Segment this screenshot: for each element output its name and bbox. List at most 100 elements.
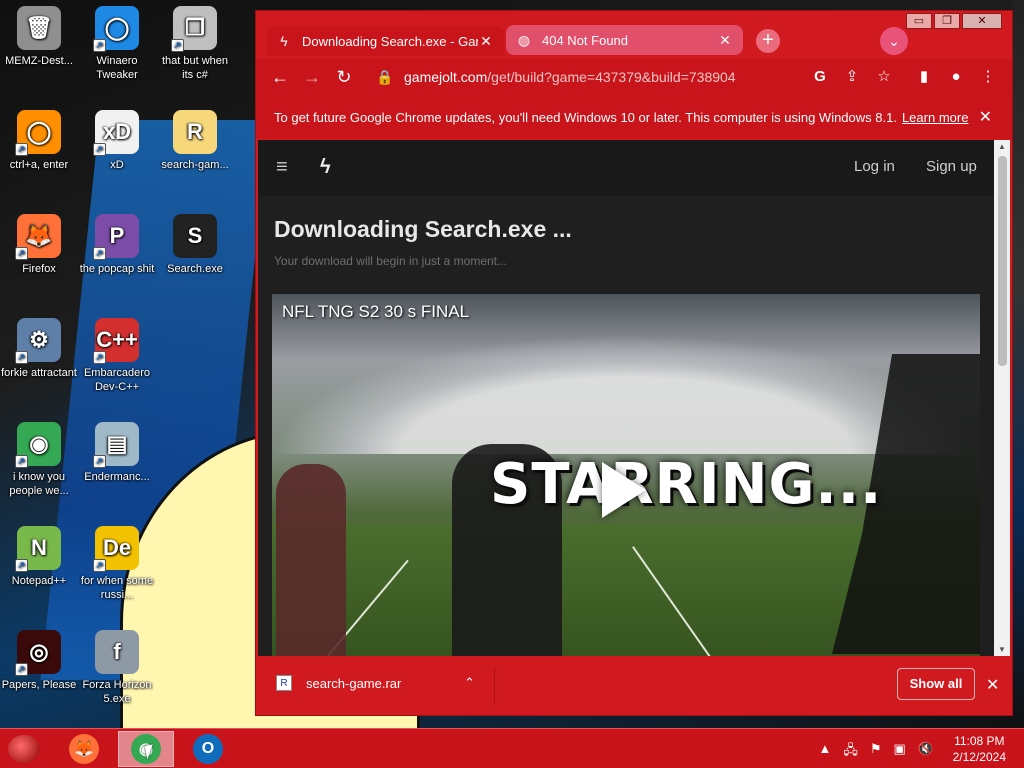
hamburger-menu-icon[interactable]: ≡ xyxy=(276,156,288,179)
download-separator xyxy=(494,667,495,705)
video-ad-player[interactable]: NFL TNG S2 30 s FINAL STARRING... xyxy=(272,294,980,656)
shortcut-arrow-icon: ↗ xyxy=(15,351,28,364)
outlook-icon: O xyxy=(193,734,223,764)
infobar-close-icon[interactable]: ✕ xyxy=(979,107,992,127)
google-lens-icon[interactable]: G xyxy=(808,65,832,89)
page-scrollbar[interactable]: ▲ ▼ xyxy=(994,140,1010,656)
back-button[interactable]: ← xyxy=(268,65,292,89)
icon-glyph: P xyxy=(109,223,125,248)
desktop-app-icon: ◉ ↗ xyxy=(15,422,61,468)
page-viewport: ≡ ϟ Log in Sign up Downloading Search.ex… xyxy=(258,140,994,656)
url-path: /get/build?game=437379&build=738904 xyxy=(487,69,736,85)
desktop-app-icon: ◯ ↗ xyxy=(93,6,139,52)
url-domain: gamejolt.com xyxy=(404,69,488,85)
new-tab-button[interactable]: + xyxy=(756,29,780,53)
bookmark-star-icon[interactable]: ☆ xyxy=(872,65,896,89)
desktop-icon[interactable]: ⚙ ↗ forkie attractant xyxy=(0,318,78,380)
desktop-icon[interactable]: De ↗ for when some russi... xyxy=(78,526,156,602)
icon-glyph: N xyxy=(31,535,47,560)
desktop-icon-label: Firefox xyxy=(22,263,56,275)
download-shelf-close-icon[interactable]: ✕ xyxy=(986,675,999,695)
desktop-icon-label: i know you people we... xyxy=(9,471,69,497)
lock-icon[interactable]: 🔒 xyxy=(376,69,394,86)
gamejolt-logo-icon[interactable]: ϟ xyxy=(320,156,331,179)
download-item[interactable]: R search-game.rar xyxy=(276,675,401,691)
restore-button[interactable]: ❐ xyxy=(934,13,960,29)
taskbar: 🦊 ◉ O ▲ 🖧 ⚑ ▣ 🔇 11:08 PM 2/12/2024 xyxy=(0,728,1024,768)
tab-404-not-found[interactable]: ◍ 404 Not Found ✕ xyxy=(506,25,743,55)
desktop-icon[interactable]: f Forza Horizon 5.exe xyxy=(78,630,156,706)
minimize-button[interactable]: ▭ xyxy=(906,13,932,29)
play-icon[interactable] xyxy=(602,462,646,518)
shortcut-arrow-icon: ↗ xyxy=(15,455,28,468)
display-icon[interactable]: ▣ xyxy=(894,741,906,763)
icon-glyph: 🗑 xyxy=(25,15,53,40)
desktop-app-icon: ⚙ ↗ xyxy=(15,318,61,364)
reload-button[interactable]: ↻ xyxy=(332,65,356,89)
taskbar-app-firefox[interactable]: 🦊 xyxy=(56,731,112,767)
desktop-icon[interactable]: C++ ↗ Embarcadero Dev-C++ xyxy=(78,318,156,394)
tray-chevron-icon[interactable]: ▲ xyxy=(818,741,831,763)
infobar-message: To get future Google Chrome updates, you… xyxy=(274,109,897,125)
learn-more-link[interactable]: Learn more xyxy=(902,110,968,125)
video-person xyxy=(276,464,346,656)
side-panel-icon[interactable]: ▮ xyxy=(912,65,936,89)
icon-glyph: ▤ xyxy=(106,431,128,456)
desktop-app-icon: xD ↗ xyxy=(93,110,139,156)
desktop-icon[interactable]: ◎ ↗ Papers, Please xyxy=(0,630,78,692)
desktop-icon-label: Forza Horizon 5.exe xyxy=(82,679,152,705)
icon-glyph: ◎ xyxy=(29,639,49,664)
desktop-icon-label: xD xyxy=(110,159,124,171)
download-options-chevron-icon[interactable]: ⌃ xyxy=(464,675,475,691)
icon-glyph: f xyxy=(113,639,121,664)
shortcut-arrow-icon: ↗ xyxy=(93,39,106,52)
chrome-window: ϟ Downloading Search.exe - Game ✕ ◍ 404 … xyxy=(255,10,1013,716)
icon-glyph: ◯ xyxy=(26,119,52,144)
browser-toolbar: ← → ↻ 🔒 gamejolt.com/get/build?game=4373… xyxy=(256,59,1012,95)
rar-file-icon: R xyxy=(276,675,292,691)
tab-downloading-search[interactable]: ϟ Downloading Search.exe - Game ✕ xyxy=(266,26,504,56)
desktop-icon-label: MEMZ-Dest... xyxy=(5,55,73,67)
taskbar-clock[interactable]: 11:08 PM 2/12/2024 xyxy=(953,733,1006,765)
scroll-up-icon[interactable]: ▲ xyxy=(997,142,1007,151)
tab-search-button[interactable]: ⌄ xyxy=(880,27,908,55)
shortcut-arrow-icon: ↗ xyxy=(15,143,28,156)
desktop-icon[interactable]: xD ↗ xD xyxy=(78,110,156,172)
close-window-button[interactable]: ✕ xyxy=(962,13,1002,29)
tab-close-icon[interactable]: ✕ xyxy=(478,33,494,50)
start-button[interactable] xyxy=(8,735,40,763)
system-tray: ▲ 🖧 ⚑ ▣ 🔇 xyxy=(818,741,934,763)
desktop-icon[interactable]: ◯ ↗ ctrl+a, enter xyxy=(0,110,78,172)
profile-avatar-icon[interactable]: ● xyxy=(944,65,968,89)
desktop-icon[interactable]: ◯ ↗ Winaero Tweaker xyxy=(78,6,156,82)
video-overlay-text: STARRING... xyxy=(490,452,883,517)
desktop-icon[interactable]: 🦊 ↗ Firefox xyxy=(0,214,78,276)
desktop-icon[interactable]: 🗑 MEMZ-Dest... xyxy=(0,6,78,68)
signup-link[interactable]: Sign up xyxy=(926,158,977,175)
desktop-icon[interactable]: ◉ ↗ i know you people we... xyxy=(0,422,78,498)
chrome-menu-icon[interactable]: ⋮ xyxy=(976,65,1000,89)
desktop-app-icon: ❐ ↗ xyxy=(171,6,217,52)
tab-close-icon[interactable]: ✕ xyxy=(717,32,733,49)
globe-favicon-icon: ◍ xyxy=(517,32,531,48)
login-link[interactable]: Log in xyxy=(854,158,895,175)
network-icon[interactable]: 🖧 xyxy=(843,741,858,763)
desktop-icon[interactable]: ❐ ↗ that but when its c# xyxy=(156,6,234,82)
forward-button[interactable]: → xyxy=(300,65,324,89)
desktop-icon[interactable]: P ↗ the popcap shit xyxy=(78,214,156,276)
desktop-icon[interactable]: Rsearch-gam... xyxy=(156,110,234,172)
desktop-app-icon: f xyxy=(95,630,139,674)
shortcut-arrow-icon: ↗ xyxy=(171,39,184,52)
desktop-icon[interactable]: ▤ ↗ Endermanc... xyxy=(78,422,156,484)
volume-muted-icon[interactable]: 🔇 xyxy=(918,741,934,763)
show-all-button[interactable]: Show all xyxy=(897,668,975,700)
taskbar-app-outlook[interactable]: O xyxy=(180,731,236,767)
action-center-flag-icon[interactable]: ⚑ xyxy=(870,741,882,763)
desktop-app-icon: ▤ ↗ xyxy=(93,422,139,468)
scroll-down-icon[interactable]: ▼ xyxy=(997,645,1007,654)
window-controls: ▭ ❐ ✕ xyxy=(906,13,1002,29)
desktop-icon[interactable]: N ↗ Notepad++ xyxy=(0,526,78,588)
share-icon[interactable]: ⇪ xyxy=(840,65,864,89)
scrollbar-thumb[interactable] xyxy=(998,156,1007,366)
desktop-icon[interactable]: S Search.exe xyxy=(156,214,234,276)
